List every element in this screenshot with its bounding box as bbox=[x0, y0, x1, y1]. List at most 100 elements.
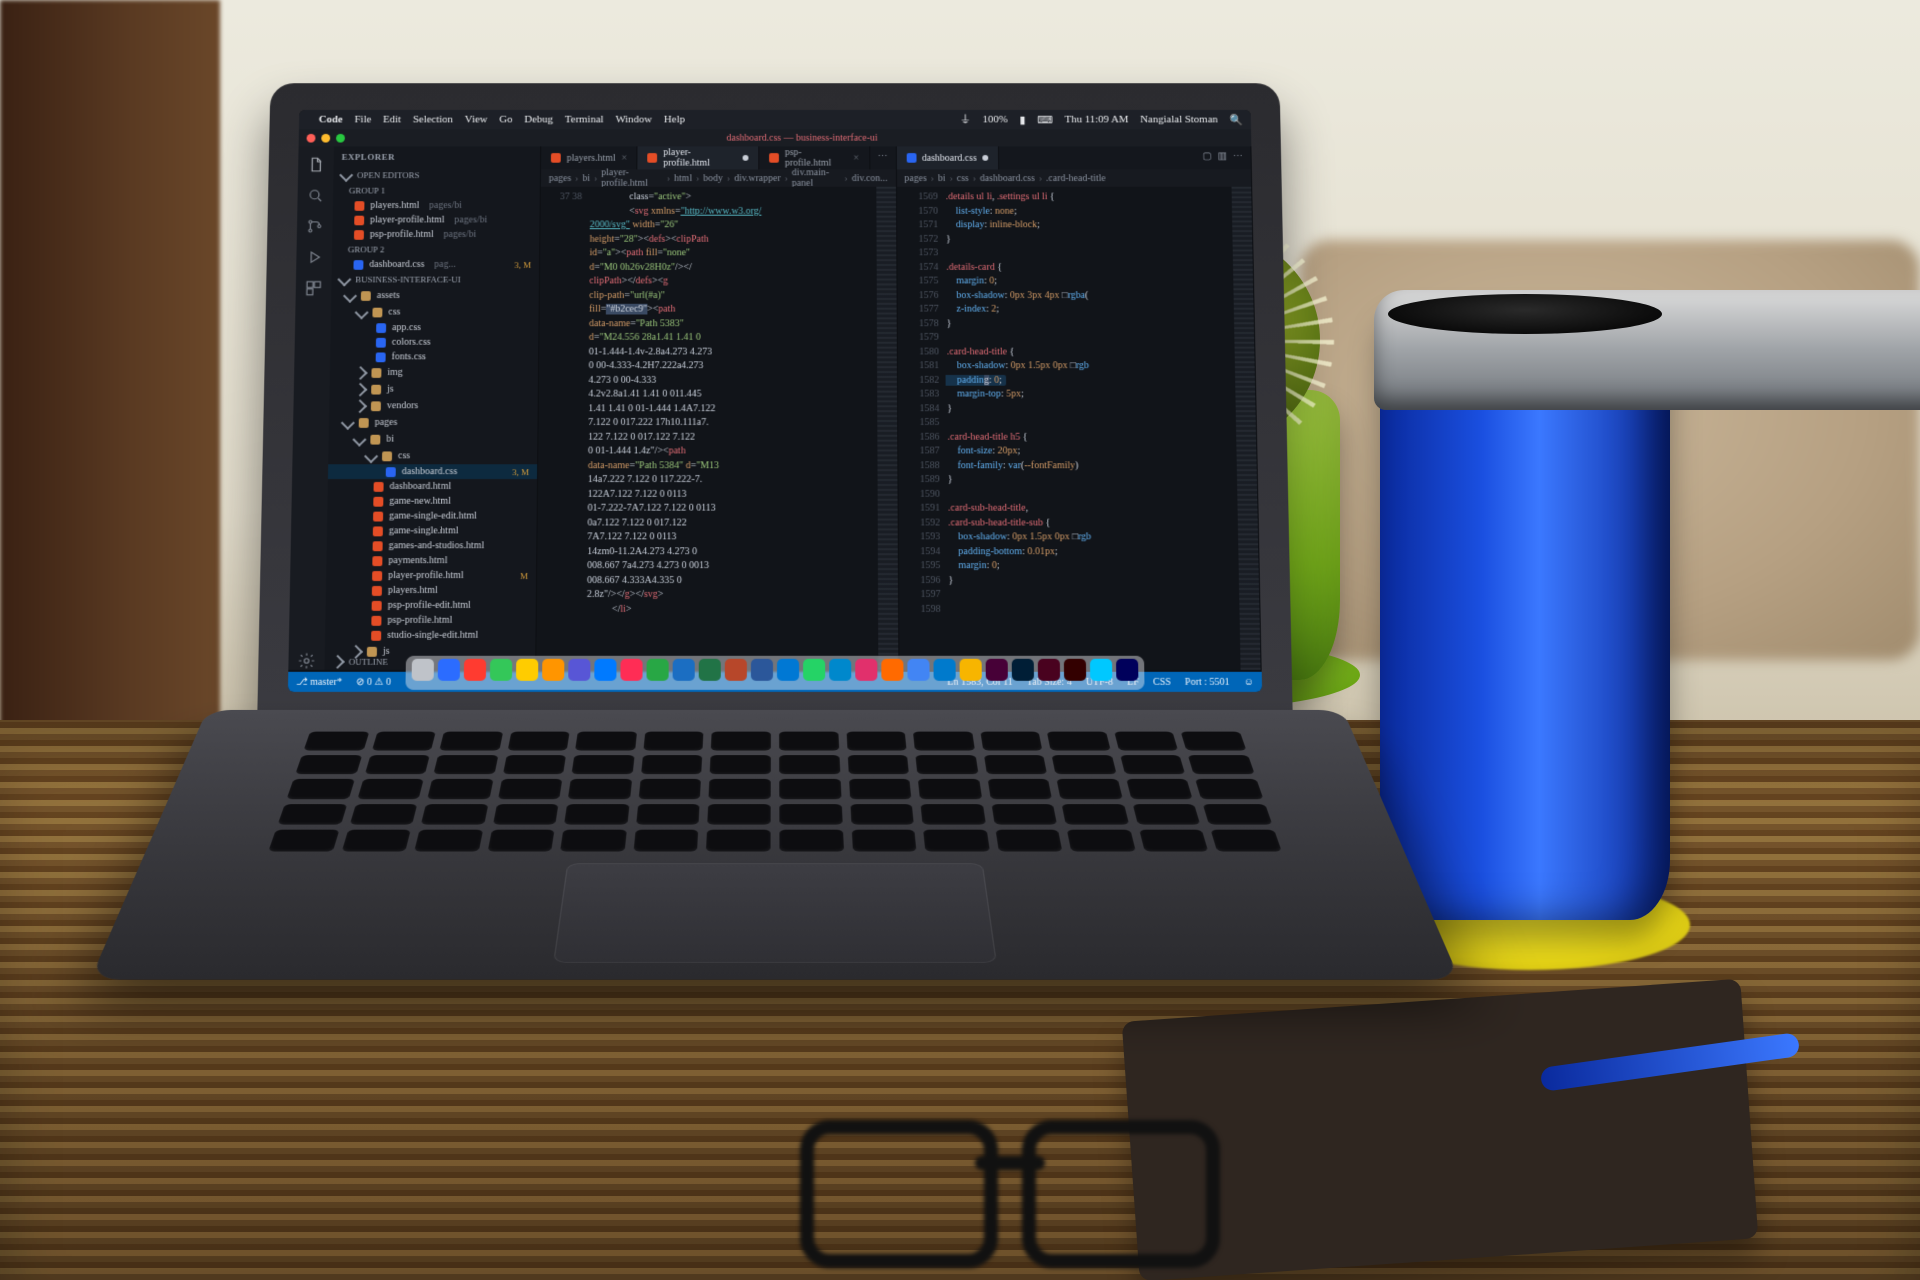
dock-app[interactable] bbox=[881, 659, 903, 681]
dock-app[interactable] bbox=[960, 659, 982, 681]
open-editor-item[interactable]: psp-profile.htmlpages/bi bbox=[332, 227, 539, 241]
crumb[interactable]: body bbox=[703, 173, 723, 184]
spotlight-icon[interactable]: 🔍 bbox=[1229, 113, 1243, 125]
battery-icon[interactable]: ▮ bbox=[1019, 113, 1025, 125]
crumb[interactable]: pages bbox=[549, 173, 572, 184]
tab-dashboard.css[interactable]: dashboard.css bbox=[896, 146, 999, 169]
mac-menu-terminal[interactable]: Terminal bbox=[565, 114, 604, 125]
dock-app[interactable] bbox=[542, 659, 564, 681]
dock-app[interactable] bbox=[568, 659, 590, 681]
dock-app[interactable] bbox=[751, 659, 773, 681]
file-game-single-edit.html[interactable]: game-single-edit.html bbox=[327, 509, 537, 524]
file-psp-profile.html[interactable]: psp-profile.html bbox=[325, 613, 536, 628]
file-payments.html[interactable]: payments.html bbox=[326, 553, 536, 568]
minimize-window-button[interactable] bbox=[321, 133, 330, 142]
dock-app[interactable] bbox=[673, 659, 695, 681]
open-editor-item[interactable]: players.htmlpages/bi bbox=[333, 198, 540, 212]
mac-menu-file[interactable]: File bbox=[354, 114, 371, 125]
dock-app[interactable] bbox=[620, 659, 642, 681]
dock-app[interactable] bbox=[933, 659, 955, 681]
dock-app[interactable] bbox=[647, 659, 669, 681]
dock-app[interactable] bbox=[438, 659, 460, 681]
mac-menu-view[interactable]: View bbox=[465, 114, 488, 125]
folder-js[interactable]: js bbox=[329, 381, 538, 398]
crumb[interactable]: pages bbox=[904, 173, 926, 184]
file-psp-profile-edit.html[interactable]: psp-profile-edit.html bbox=[325, 598, 535, 613]
dock-app[interactable] bbox=[803, 659, 825, 681]
minimap-left[interactable] bbox=[876, 187, 898, 670]
status-item[interactable]: ⚠ 0 bbox=[374, 676, 391, 687]
input-icon[interactable]: ⌨︎ bbox=[1037, 113, 1053, 125]
file-game-new.html[interactable]: game-new.html bbox=[327, 494, 536, 509]
tabs-right[interactable]: dashboard.css ▢ ▥ ⋯ bbox=[896, 146, 1251, 169]
open-editor-item[interactable]: dashboard.csspag...3, M bbox=[332, 257, 539, 272]
crumb[interactable]: div.con... bbox=[852, 173, 888, 184]
file-dashboard.css[interactable]: dashboard.css3, M bbox=[328, 464, 537, 479]
dock-app[interactable] bbox=[699, 659, 721, 681]
dock-app[interactable] bbox=[1090, 659, 1112, 681]
file-studio-single-edit.html[interactable]: studio-single-edit.html bbox=[325, 628, 536, 643]
file-player-profile.html[interactable]: player-profile.htmlM bbox=[326, 568, 536, 583]
dock-app[interactable] bbox=[1038, 659, 1060, 681]
dock-app[interactable] bbox=[516, 659, 538, 681]
mac-menu-selection[interactable]: Selection bbox=[413, 114, 453, 125]
dock-app[interactable] bbox=[412, 659, 434, 681]
dock-app[interactable] bbox=[1064, 659, 1086, 681]
folder-pages[interactable]: pages bbox=[329, 414, 538, 431]
crumb[interactable]: dashboard.css bbox=[980, 173, 1035, 184]
mac-menu-help[interactable]: Help bbox=[664, 114, 685, 125]
dock-app[interactable] bbox=[907, 659, 929, 681]
mac-menu-debug[interactable]: Debug bbox=[524, 114, 553, 125]
sidebar-explorer[interactable]: EXPLORER OPEN EDITORS GROUP 1players.htm… bbox=[324, 146, 541, 669]
file-games-and-studios.html[interactable]: games-and-studios.html bbox=[327, 538, 537, 553]
mac-menu-go[interactable]: Go bbox=[499, 114, 512, 125]
folder-vendors[interactable]: vendors bbox=[329, 397, 538, 414]
breadcrumbs-left[interactable]: pages›bi›player-profile.html›html›body›d… bbox=[541, 169, 896, 186]
tab-player-profile.html[interactable]: player-profile.html bbox=[638, 146, 760, 169]
macos-dock[interactable] bbox=[405, 656, 1144, 690]
tab-psp-profile.html[interactable]: psp-profile.html× bbox=[759, 146, 870, 169]
dock-app[interactable] bbox=[594, 659, 616, 681]
dock-app[interactable] bbox=[986, 659, 1008, 681]
status-item[interactable]: ⊘ 0 bbox=[356, 676, 372, 687]
tab-players.html[interactable]: players.html× bbox=[541, 146, 638, 169]
extensions-icon[interactable] bbox=[305, 280, 323, 297]
battery-status[interactable]: 100% bbox=[983, 114, 1008, 125]
status-item[interactable]: ☺ bbox=[1244, 676, 1254, 687]
folder-assets[interactable]: assets bbox=[331, 287, 539, 304]
mac-menu-window[interactable]: Window bbox=[615, 114, 652, 125]
open-editor-item[interactable]: player-profile.htmlpages/bi bbox=[332, 213, 539, 227]
editor-toolbar[interactable]: ⋯ bbox=[870, 146, 896, 169]
tabs-left[interactable]: players.html×player-profile.htmlpsp-prof… bbox=[541, 146, 895, 169]
crumb[interactable]: div.main-panel bbox=[792, 168, 841, 189]
dock-app[interactable] bbox=[725, 659, 747, 681]
dock-app[interactable] bbox=[464, 659, 486, 681]
workspace-label[interactable]: BUSINESS-INTERFACE-UI bbox=[355, 275, 461, 285]
clock[interactable]: Thu 11:09 AM bbox=[1065, 114, 1129, 125]
close-window-button[interactable] bbox=[307, 133, 316, 142]
window-traffic-lights[interactable] bbox=[299, 133, 353, 142]
macos-menubar[interactable]: CodeFileEditSelectionViewGoDebugTerminal… bbox=[299, 110, 1251, 129]
file-game-single.html[interactable]: game-single.html bbox=[327, 523, 537, 538]
dock-app[interactable] bbox=[490, 659, 512, 681]
mac-menu-code[interactable]: Code bbox=[319, 114, 343, 125]
open-editors-label[interactable]: OPEN EDITORS bbox=[357, 170, 420, 180]
wifi-icon[interactable]: ⏚ bbox=[960, 112, 971, 127]
crumb[interactable]: player-profile.html bbox=[601, 168, 663, 189]
file-colors.css[interactable]: colors.css bbox=[330, 335, 538, 350]
status-item[interactable]: CSS bbox=[1153, 676, 1171, 687]
folder-img[interactable]: img bbox=[330, 364, 538, 381]
file-fonts.css[interactable]: fonts.css bbox=[330, 350, 538, 365]
files-icon[interactable] bbox=[307, 156, 325, 173]
folder-bi[interactable]: bi bbox=[328, 431, 537, 448]
crumb[interactable]: css bbox=[957, 173, 969, 184]
source-control-icon[interactable] bbox=[306, 218, 324, 235]
folder-css[interactable]: css bbox=[328, 448, 537, 465]
file-players.html[interactable]: players.html bbox=[326, 583, 536, 598]
crumb[interactable]: html bbox=[674, 173, 692, 184]
search-icon[interactable] bbox=[306, 187, 324, 204]
outline-label[interactable]: OUTLINE bbox=[349, 657, 388, 667]
dock-app[interactable] bbox=[777, 659, 799, 681]
crumb[interactable]: bi bbox=[582, 173, 590, 184]
file-app.css[interactable]: app.css bbox=[331, 320, 539, 335]
